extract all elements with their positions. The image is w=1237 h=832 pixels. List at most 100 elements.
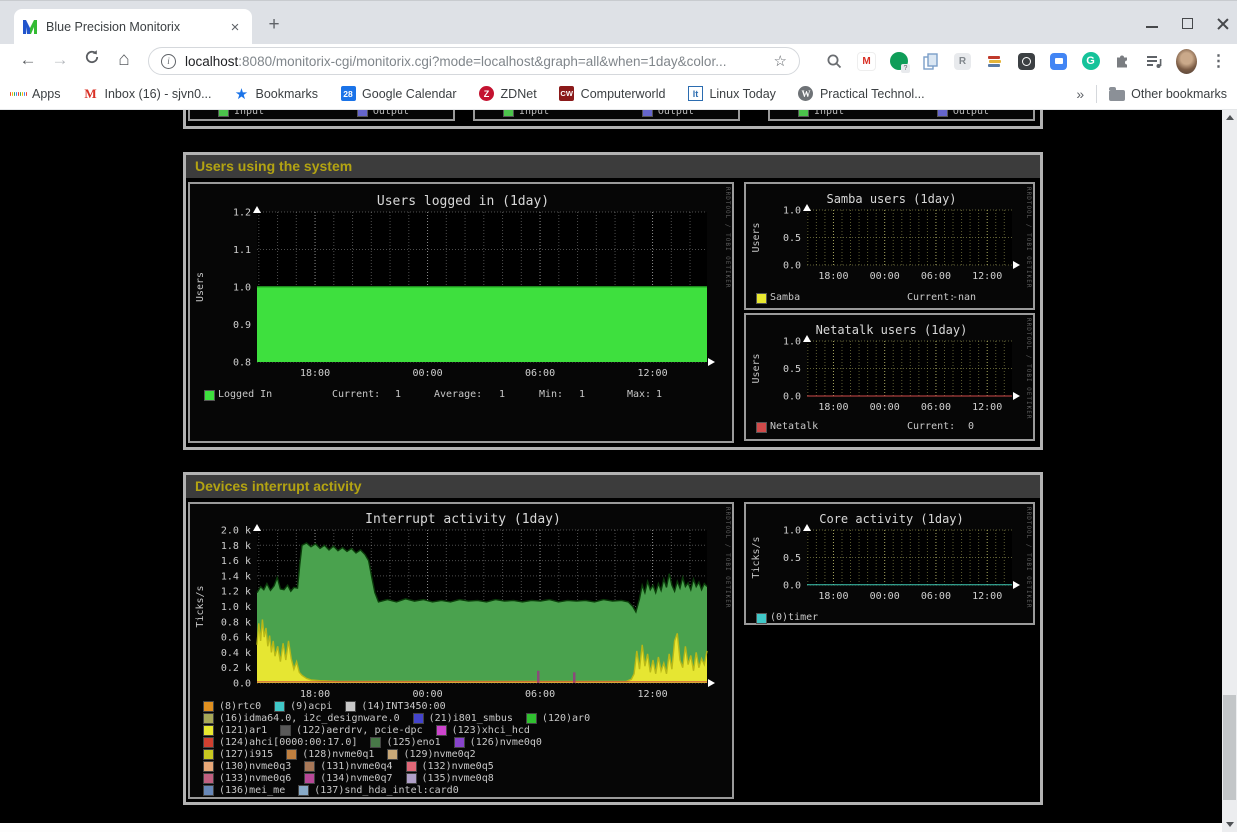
address-bar[interactable]: i localhost:8080/monitorix-cgi/monitorix… xyxy=(148,47,800,75)
bookmark-google-calendar[interactable]: 28 Google Calendar xyxy=(340,86,457,102)
grammarly-extension-icon[interactable]: G xyxy=(1080,51,1101,72)
svg-text:12:00: 12:00 xyxy=(972,591,1002,602)
core-legend: (0)timer xyxy=(746,612,1033,626)
svg-text:06:00: 06:00 xyxy=(921,591,951,602)
svg-text:2.0 k: 2.0 k xyxy=(221,526,251,537)
bookmarks-overflow-chevron[interactable]: » xyxy=(1076,86,1084,102)
maximize-button[interactable] xyxy=(1181,17,1194,30)
svg-text:06:00: 06:00 xyxy=(921,402,951,413)
zdnet-icon: Z xyxy=(479,86,494,101)
graph-net1-partial[interactable]: InputOutput xyxy=(473,110,740,121)
copy-pages-extension-icon[interactable] xyxy=(920,51,941,72)
svg-text:00:00: 00:00 xyxy=(870,591,900,602)
tab-title: Blue Precision Monitorix xyxy=(46,20,226,34)
svg-text:00:00: 00:00 xyxy=(870,402,900,413)
rrdtool-watermark: RRDTOOL / TOBI OETIKER xyxy=(724,187,731,288)
svg-text:06:00: 06:00 xyxy=(525,368,555,379)
minimize-button[interactable] xyxy=(1146,17,1159,30)
section-interrupts: Devices interrupt activity Interrupt act… xyxy=(183,472,1043,805)
browser-menu-icon[interactable]: ⋮ xyxy=(1208,51,1229,72)
svg-text:0.5: 0.5 xyxy=(783,553,801,564)
browser-tab[interactable]: Blue Precision Monitorix × xyxy=(14,9,252,45)
svg-text:1.6 k: 1.6 k xyxy=(221,556,251,567)
svg-text:1.0: 1.0 xyxy=(783,206,801,217)
bookmarks-separator xyxy=(1096,85,1097,103)
bookmark-practical-technology[interactable]: W Practical Technol... xyxy=(798,86,925,102)
svg-text:18:00: 18:00 xyxy=(818,591,848,602)
gmail-extension-icon[interactable]: M xyxy=(856,51,877,72)
svg-text:1.0 k: 1.0 k xyxy=(221,602,251,613)
playlist-extension-icon[interactable] xyxy=(1144,51,1165,72)
graph-core-activity[interactable]: Core activity (1day)Ticks/s1.00.50.018:0… xyxy=(744,502,1035,625)
bookmark-apps[interactable]: Apps xyxy=(10,86,61,102)
bookmark-zdnet[interactable]: Z ZDNet xyxy=(479,86,537,102)
bookmark-linux-today[interactable]: lt Linux Today xyxy=(687,86,776,102)
svg-text:0.5: 0.5 xyxy=(783,364,801,375)
svg-text:12:00: 12:00 xyxy=(972,271,1002,282)
home-button[interactable]: ⌂ xyxy=(110,46,138,74)
window-close-button[interactable] xyxy=(1216,17,1229,30)
profile-avatar[interactable] xyxy=(1176,51,1197,72)
section-users: Users using the system Users logged in (… xyxy=(183,152,1043,450)
new-tab-button[interactable]: + xyxy=(262,13,286,37)
svg-text:06:00: 06:00 xyxy=(921,271,951,282)
r-extension-icon[interactable]: R xyxy=(952,51,973,72)
svg-text:1.0: 1.0 xyxy=(783,526,801,537)
svg-text:1.1: 1.1 xyxy=(233,245,251,256)
back-button[interactable]: ← xyxy=(14,46,42,74)
page-info-icon[interactable]: i xyxy=(161,54,176,69)
users-logged-in-chart: Users logged in (1day)Users1.21.11.00.90… xyxy=(190,184,736,450)
graph-netatalk-users[interactable]: Netatalk users (1day)Users1.00.50.018:00… xyxy=(744,313,1035,441)
bookmark-computerworld[interactable]: CW Computerworld xyxy=(559,86,666,102)
wordpress-icon: W xyxy=(798,86,813,101)
graph-net0-partial[interactable]: InputOutput xyxy=(188,110,455,121)
apps-grid-icon xyxy=(10,86,26,102)
scrollbar-down-arrow[interactable] xyxy=(1222,817,1237,832)
other-bookmarks[interactable]: Other bookmarks xyxy=(1109,87,1227,101)
browser-toolbar: ← → ⌂ i localhost:8080/monitorix-cgi/mon… xyxy=(0,44,1237,78)
svg-text:Users: Users xyxy=(751,222,762,252)
lighthouse-extension-icon[interactable] xyxy=(1016,51,1037,72)
svg-text:18:00: 18:00 xyxy=(818,402,848,413)
graph-interrupt-activity[interactable]: Interrupt activity (1day)Ticks/s2.0 k1.8… xyxy=(188,502,734,799)
voice-extension-icon[interactable]: ? xyxy=(888,51,909,72)
tab-close-icon[interactable]: × xyxy=(226,19,244,36)
extensions-puzzle-icon[interactable] xyxy=(1112,51,1133,72)
svg-text:12:00: 12:00 xyxy=(637,368,667,379)
graph-net2-partial[interactable]: InputOutput xyxy=(768,110,1035,121)
graph-users-logged-in[interactable]: Users logged in (1day)Users1.21.11.00.90… xyxy=(188,182,734,443)
svg-text:1.0: 1.0 xyxy=(233,283,251,294)
url-path: :8080/monitorix-cgi/monitorix.cgi?mode=l… xyxy=(238,54,726,69)
rrdtool-watermark: RRDTOOL / TOBI OETIKER xyxy=(1025,187,1032,288)
svg-text:0.8: 0.8 xyxy=(233,358,251,369)
scrollbar-thumb[interactable] xyxy=(1223,695,1236,800)
svg-text:0.0: 0.0 xyxy=(783,581,801,592)
bookmark-star-icon[interactable]: ☆ xyxy=(774,52,787,70)
netatalk-legend: NetatalkCurrent:0 xyxy=(746,421,1033,435)
bookmarks-bar: Apps M Inbox (16) - sjvn0... ★ Bookmarks… xyxy=(0,78,1237,110)
scrollbar-up-arrow[interactable] xyxy=(1222,110,1237,125)
reading-list-extension-icon[interactable] xyxy=(984,51,1005,72)
svg-text:0.9: 0.9 xyxy=(233,320,251,331)
interrupt-legend: (8)rtc0(9)acpi(14)INT3450:00(16)idma64.0… xyxy=(190,700,732,796)
reload-icon xyxy=(84,49,100,65)
page-bottom-strip xyxy=(0,823,1237,832)
svg-text:00:00: 00:00 xyxy=(412,368,442,379)
graph-samba-users[interactable]: Samba users (1day)Users1.00.50.018:0000:… xyxy=(744,182,1035,310)
samba-legend: SambaCurrent:-nan xyxy=(746,292,1033,306)
meet-extension-icon[interactable] xyxy=(1048,51,1069,72)
page-scrollbar[interactable] xyxy=(1222,110,1237,832)
calendar-icon: 28 xyxy=(341,86,356,101)
svg-text:Users: Users xyxy=(751,353,762,383)
svg-text:18:00: 18:00 xyxy=(300,689,330,700)
bookmark-inbox[interactable]: M Inbox (16) - sjvn0... xyxy=(83,86,212,102)
svg-text:1.0: 1.0 xyxy=(783,337,801,348)
rrdtool-watermark: RRDTOOL / TOBI OETIKER xyxy=(1025,507,1032,608)
bookmark-bookmarks[interactable]: ★ Bookmarks xyxy=(234,86,319,102)
svg-text:00:00: 00:00 xyxy=(412,689,442,700)
search-extension-icon[interactable] xyxy=(824,51,845,72)
reload-button[interactable] xyxy=(78,46,106,74)
svg-text:Core activity (1day): Core activity (1day) xyxy=(819,512,964,526)
svg-text:Users logged in (1day): Users logged in (1day) xyxy=(377,194,549,209)
section-users-title: Users using the system xyxy=(186,155,1040,178)
